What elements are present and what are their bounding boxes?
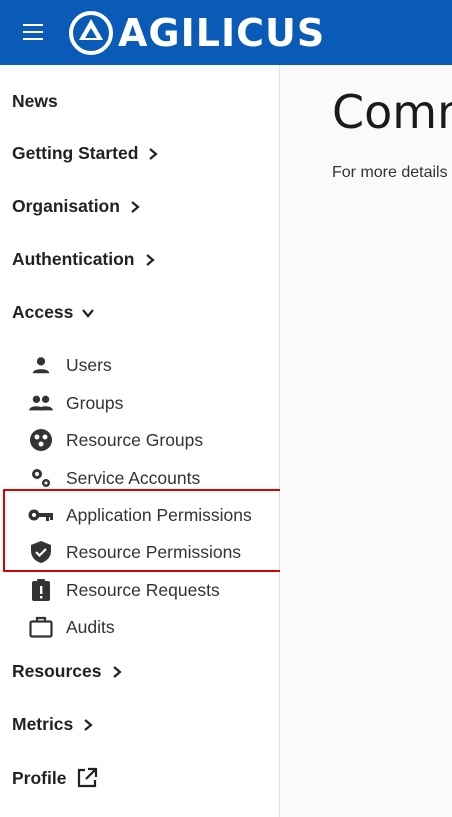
sidebar-item-organisation[interactable]: Organisation xyxy=(12,196,142,217)
sidebar-item-news[interactable]: News xyxy=(12,91,58,112)
sidebar-item-resources[interactable]: Resources xyxy=(12,661,124,682)
chevron-down-icon xyxy=(82,308,95,318)
sidebar-item-label: Authentication xyxy=(12,249,135,269)
sidebar-item-label: Profile xyxy=(12,767,67,788)
hamburger-menu-icon[interactable] xyxy=(22,21,44,43)
briefcase-icon xyxy=(28,615,54,639)
sidebar-item-resource-requests[interactable]: Resource Requests xyxy=(28,578,220,602)
person-icon xyxy=(28,353,54,377)
sidebar-item-label: Getting Started xyxy=(12,143,139,163)
sidebar-item-access[interactable]: Access xyxy=(12,302,95,323)
sidebar-item-users[interactable]: Users xyxy=(28,353,112,377)
sidebar-nav: News Getting Started Organisation Authen… xyxy=(0,65,280,817)
open-in-new-icon xyxy=(78,767,98,788)
sidebar-item-label: Groups xyxy=(66,392,124,413)
people-icon xyxy=(28,391,54,415)
sidebar-item-label: Service Accounts xyxy=(66,467,201,488)
clipboard-alert-icon xyxy=(28,578,54,602)
sidebar-item-label: Organisation xyxy=(12,196,120,216)
sidebar-item-audits[interactable]: Audits xyxy=(28,615,115,639)
sidebar-item-service-accounts[interactable]: Service Accounts xyxy=(28,466,200,490)
main-content: Comm For more details xyxy=(280,65,452,817)
gears-icon xyxy=(28,466,54,490)
sidebar-item-label: Resource Permissions xyxy=(66,541,242,562)
brand-logo[interactable]: AGILICUS xyxy=(68,10,325,56)
sidebar-item-label: Resources xyxy=(12,661,102,681)
sidebar-item-label: Application Permissions xyxy=(66,504,252,525)
sidebar-item-resource-permissions[interactable]: Resource Permissions xyxy=(28,540,241,564)
sidebar-item-authentication[interactable]: Authentication xyxy=(12,249,157,270)
shield-check-icon xyxy=(28,540,54,564)
sidebar-item-groups[interactable]: Groups xyxy=(28,391,123,415)
sidebar-item-label: News xyxy=(12,91,58,111)
page-description: For more details xyxy=(332,164,448,181)
sidebar-item-label: Audits xyxy=(66,616,115,637)
sidebar-item-label: Resource Groups xyxy=(66,429,204,450)
brand-name: AGILICUS xyxy=(118,11,326,55)
page-title: Comm xyxy=(332,85,452,139)
sidebar-item-label: Users xyxy=(66,354,112,375)
sidebar-item-application-permissions[interactable]: Application Permissions xyxy=(28,503,252,527)
sidebar-item-metrics[interactable]: Metrics xyxy=(12,714,95,735)
sidebar-item-resource-groups[interactable]: Resource Groups xyxy=(28,428,203,452)
sidebar-item-label: Access xyxy=(12,302,74,322)
chevron-right-icon xyxy=(149,147,159,160)
chevron-right-icon xyxy=(84,718,93,731)
key-icon xyxy=(28,503,54,527)
sidebar-item-label: Resource Requests xyxy=(66,579,220,600)
sidebar-item-label: Metrics xyxy=(12,714,74,734)
top-app-bar: AGILICUS xyxy=(0,0,452,65)
chevron-right-icon xyxy=(131,200,140,213)
chevron-right-icon xyxy=(145,253,155,266)
agilicus-logo-icon xyxy=(69,11,113,55)
sidebar-item-profile[interactable]: Profile xyxy=(12,767,98,789)
sidebar-item-getting-started[interactable]: Getting Started xyxy=(12,143,160,164)
resource-groups-icon xyxy=(28,428,54,452)
chevron-right-icon xyxy=(112,665,122,678)
